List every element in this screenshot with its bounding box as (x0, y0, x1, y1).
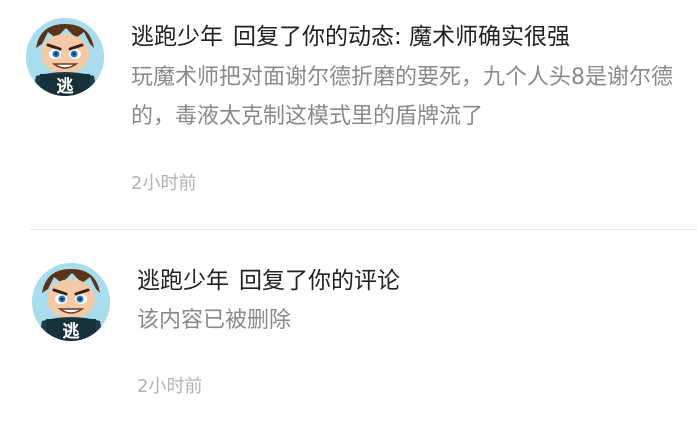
notification-content: 逃跑少年 回复了你的动态: 魔术师确实很强 玩魔术师把对面谢尔德折磨的要死，九个人… (131, 20, 677, 136)
timestamp: 2小时前 (137, 376, 203, 397)
deleted-content-text: 该内容已被删除 (137, 308, 292, 333)
reply-excerpt[interactable]: 玩魔术师把对面谢尔德折磨的要死，九个人头8是谢尔德的，毒液太克制这模式里的盾牌流… (131, 58, 677, 136)
username-link[interactable]: 逃跑少年 (137, 268, 229, 294)
avatar[interactable]: 逃 (32, 263, 110, 341)
notification-action: 回复了你的评论 (239, 268, 400, 294)
avatar-badge-text: 逃 (57, 76, 75, 96)
notification-action: 回复了你的动态: 魔术师确实很强 (233, 24, 571, 50)
divider (30, 229, 697, 230)
notification-item[interactable]: 逃 逃跑少年 回复了你的动态: 魔术师确实很强 玩魔术师把对面谢尔德折磨的要死，九… (0, 0, 697, 230)
notification-item[interactable]: 逃 逃跑少年 回复了你的评论 该内容已被删除 2小时前 (0, 232, 697, 423)
cartoon-boy-avatar-icon: 逃 (26, 18, 104, 96)
cartoon-boy-avatar-icon: 逃 (32, 263, 110, 341)
timestamp: 2小时前 (131, 173, 197, 194)
notification-headline[interactable]: 逃跑少年 回复了你的评论 (137, 264, 677, 298)
notification-content: 逃跑少年 回复了你的评论 该内容已被删除 (137, 264, 677, 336)
username-link[interactable]: 逃跑少年 (131, 24, 223, 50)
avatar-badge-text: 逃 (63, 321, 81, 341)
notification-headline[interactable]: 逃跑少年 回复了你的动态: 魔术师确实很强 (131, 20, 677, 54)
avatar[interactable]: 逃 (26, 18, 104, 96)
